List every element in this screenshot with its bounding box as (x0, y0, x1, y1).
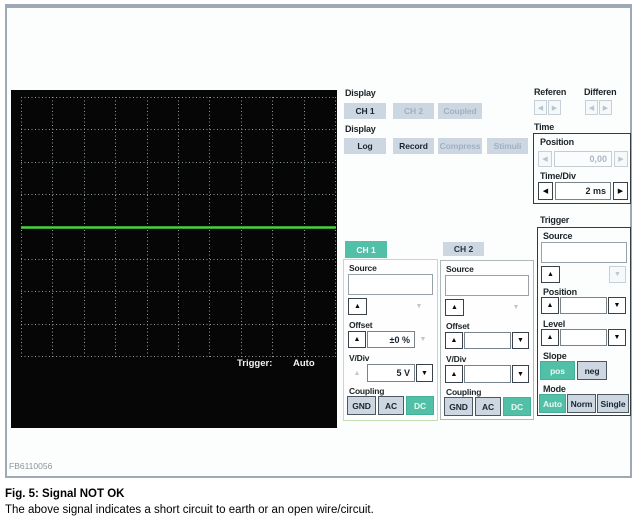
ch2-ac-button[interactable]: AC (475, 397, 501, 416)
ch2-offset-label: Offset (446, 321, 470, 331)
trigger-source-up-arrow-icon[interactable]: ▲ (541, 266, 560, 283)
ch1-gnd-button[interactable]: GND (347, 396, 376, 415)
display-ch1-button[interactable]: CH 1 (344, 103, 386, 119)
trigger-position-down-arrow-icon[interactable]: ▼ (608, 297, 626, 314)
display-modes-label: Display (345, 124, 376, 134)
trigger-status: Trigger: Auto (237, 358, 315, 369)
ch1-vdiv-down-arrow-icon[interactable]: ▼ (416, 364, 433, 382)
ch2-offset-down-arrow-icon[interactable]: ▼ (512, 332, 529, 349)
mode-single-button[interactable]: Single (597, 394, 629, 413)
timediv-label: Time/Div (540, 171, 576, 181)
timediv-value[interactable]: 2 ms (555, 182, 611, 200)
display-coupled-button[interactable]: Coupled (438, 103, 482, 119)
ch1-panel: Source ▲ ▼ Offset ▲ ±0 % ▼ V/Div ▲ 5 V ▼… (343, 259, 438, 421)
trigger-slope-label: Slope (543, 351, 567, 361)
timediv-right-arrow-icon[interactable]: ▶ (613, 182, 628, 200)
ch1-offset-label: Offset (349, 320, 373, 330)
ch1-vdiv-label: V/Div (349, 353, 370, 363)
trigger-mode-label: Mode (543, 384, 566, 394)
slope-pos-button[interactable]: pos (540, 361, 575, 380)
trigger-status-value: Auto (293, 358, 315, 369)
time-position-value[interactable]: 0,00 (554, 151, 612, 167)
ch1-offset-value[interactable]: ±0 % (367, 331, 415, 348)
trigger-position-label: Position (543, 287, 577, 297)
stimuli-button[interactable]: Stimuli (487, 138, 528, 154)
reference-right-arrow-icon[interactable]: ▶ (548, 100, 561, 115)
record-button[interactable]: Record (393, 138, 434, 154)
ch1-vdiv-up-arrow-icon[interactable]: ▲ (348, 364, 366, 382)
mode-auto-button[interactable]: Auto (539, 394, 566, 413)
time-position-label: Position (540, 137, 574, 147)
trigger-level-down-arrow-icon[interactable]: ▼ (608, 329, 626, 346)
ch1-offset-down-arrow-icon[interactable]: ▼ (414, 331, 432, 348)
ch1-ac-button[interactable]: AC (378, 396, 404, 415)
ch1-vdiv-value[interactable]: 5 V (367, 364, 415, 382)
trigger-status-label: Trigger: (237, 358, 273, 369)
figure-root: Trigger: Auto Display CH 1 CH 2 Coupled … (0, 0, 644, 528)
figure-id: FB6110056 (9, 461, 53, 471)
slope-neg-button[interactable]: neg (577, 361, 607, 380)
differential-label: Differen (584, 87, 617, 97)
ch2-source-input[interactable] (445, 275, 529, 296)
ch2-gnd-button[interactable]: GND (444, 397, 473, 416)
ch2-source-down-arrow-icon[interactable]: ▼ (507, 299, 525, 316)
trigger-position-value[interactable] (560, 297, 607, 314)
ch1-source-up-arrow-icon[interactable]: ▲ (348, 298, 367, 315)
tab-ch2[interactable]: CH 2 (443, 242, 484, 256)
ch1-source-down-arrow-icon[interactable]: ▼ (410, 298, 428, 315)
display-channels-label: Display (345, 88, 376, 98)
time-position-left-arrow-icon[interactable]: ◀ (538, 151, 552, 167)
reference-left-arrow-icon[interactable]: ◀ (534, 100, 547, 115)
trigger-level-up-arrow-icon[interactable]: ▲ (541, 329, 559, 346)
compress-button[interactable]: Compress (438, 138, 482, 154)
ch2-dc-button[interactable]: DC (503, 397, 531, 416)
reference-label: Referen (534, 87, 567, 97)
trigger-source-input[interactable] (541, 242, 627, 263)
trigger-source-label: Source (543, 231, 573, 241)
ch2-panel: Source ▲ ▼ Offset ▲ ▼ V/Div ▲ ▼ Coupling… (440, 260, 534, 420)
trigger-position-up-arrow-icon[interactable]: ▲ (541, 297, 559, 314)
time-position-right-arrow-icon[interactable]: ▶ (614, 151, 628, 167)
display-ch2-button[interactable]: CH 2 (393, 103, 434, 119)
ch2-source-up-arrow-icon[interactable]: ▲ (445, 299, 464, 316)
scope-screen: Trigger: Auto (11, 90, 337, 428)
tab-ch1[interactable]: CH 1 (345, 241, 387, 258)
timediv-left-arrow-icon[interactable]: ◀ (538, 182, 553, 200)
caption-title: Fig. 5: Signal NOT OK (5, 488, 125, 500)
ch2-vdiv-down-arrow-icon[interactable]: ▼ (512, 365, 529, 383)
ch2-vdiv-value[interactable] (464, 365, 511, 383)
log-button[interactable]: Log (344, 138, 386, 154)
mode-norm-button[interactable]: Norm (567, 394, 596, 413)
caption-body: The above signal indicates a short circu… (5, 504, 374, 516)
ch2-source-label: Source (446, 264, 474, 274)
scope-grid-svg (21, 97, 336, 358)
ch1-source-label: Source (349, 263, 377, 273)
ch2-vdiv-label: V/Div (446, 354, 467, 364)
ch1-source-input[interactable] (348, 274, 433, 295)
trigger-group-label: Trigger (540, 215, 570, 225)
ch2-offset-value[interactable] (464, 332, 511, 349)
differential-left-arrow-icon[interactable]: ◀ (585, 100, 598, 115)
trigger-level-value[interactable] (560, 329, 607, 346)
ch1-offset-up-arrow-icon[interactable]: ▲ (348, 331, 366, 348)
ch2-vdiv-up-arrow-icon[interactable]: ▲ (445, 365, 463, 383)
differential-right-arrow-icon[interactable]: ▶ (599, 100, 612, 115)
trigger-source-down-arrow-icon[interactable]: ▼ (609, 266, 626, 283)
ch1-dc-button[interactable]: DC (406, 396, 434, 415)
ch2-offset-up-arrow-icon[interactable]: ▲ (445, 332, 463, 349)
ch2-coupling-label: Coupling (446, 387, 482, 397)
time-group-label: Time (534, 122, 555, 132)
trigger-level-label: Level (543, 319, 566, 329)
ch1-coupling-label: Coupling (349, 386, 385, 396)
